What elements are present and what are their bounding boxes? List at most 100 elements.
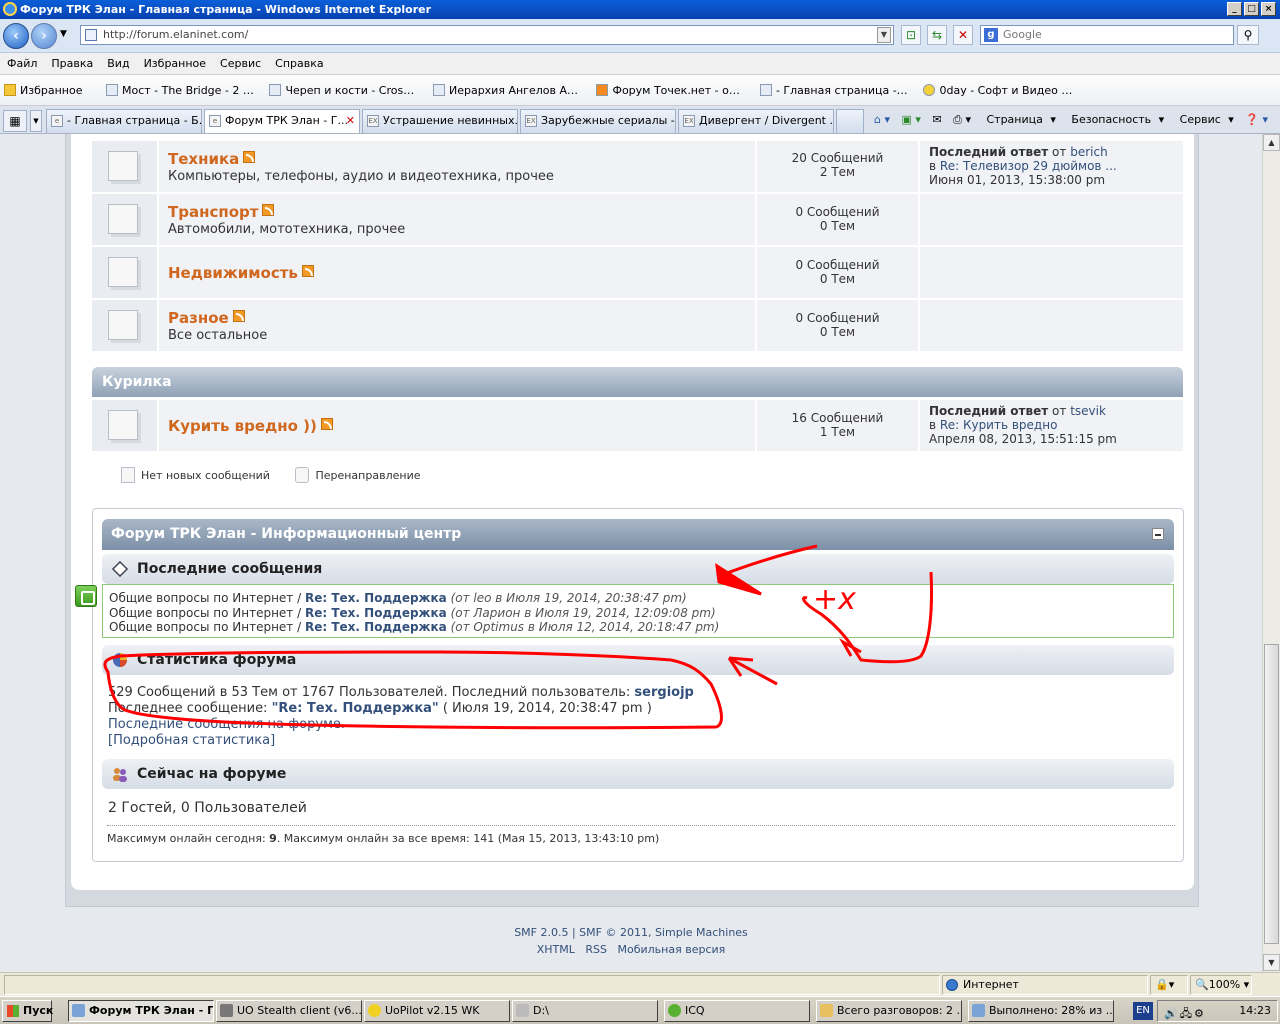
ex-icon: EX xyxy=(683,115,695,127)
favorite-link[interactable]: Мост - The Bridge - 2 сезон... xyxy=(102,75,262,105)
site-icon xyxy=(596,84,609,96)
compat-view-button[interactable]: ⊡ xyxy=(901,25,921,45)
home-icon[interactable]: ⌂ ▾ xyxy=(870,106,894,134)
rss-icon[interactable] xyxy=(320,418,333,430)
address-input[interactable]: http://forum.elaninet.com/ ▼ xyxy=(80,25,894,45)
board-info: Недвижимость xyxy=(159,247,755,298)
minimize-button[interactable]: _ xyxy=(1227,2,1242,16)
rss-icon[interactable] xyxy=(262,204,275,216)
detailed-stats-link[interactable]: [Подробная статистика] xyxy=(108,733,275,749)
history-dropdown-icon[interactable]: ▼ xyxy=(60,29,67,39)
tab-list-icon[interactable]: ▼ xyxy=(30,110,42,132)
protected-mode-icon[interactable]: 🔒▾ xyxy=(1150,975,1188,995)
tab-5[interactable]: EX Дивергент / Divergent ... xyxy=(678,109,834,133)
back-button[interactable]: ‹ xyxy=(3,23,29,49)
tray-icons[interactable]: 🔊🖧⚙ xyxy=(1164,1004,1206,1024)
board-link[interactable]: Разное xyxy=(168,309,245,327)
menu-file[interactable]: Файл xyxy=(0,53,44,75)
board-link[interactable]: Курить вредно )) xyxy=(168,417,333,435)
scroll-down-icon[interactable]: ▼ xyxy=(1263,954,1280,971)
page-menu[interactable]: Страница ▾ xyxy=(978,106,1059,134)
refresh-button[interactable]: ⇆ xyxy=(927,25,947,45)
clock[interactable]: 14:23 xyxy=(1239,1004,1271,1017)
rss-icon[interactable] xyxy=(232,310,245,322)
help-icon[interactable]: ❓ ▾ xyxy=(1241,106,1272,134)
rss-icon[interactable] xyxy=(301,265,314,277)
board-description: Все остальное xyxy=(168,328,268,343)
menu-edit[interactable]: Правка xyxy=(44,53,100,75)
menu-tools[interactable]: Сервис xyxy=(213,53,268,75)
board-stats: 0 Сообщений 0 Тем xyxy=(757,300,918,351)
board-status-icon xyxy=(92,194,157,245)
favorite-link[interactable]: 0day - Софт и Видео в UA-IX xyxy=(919,75,1079,105)
language-indicator[interactable]: EN xyxy=(1133,1002,1153,1020)
mobile-link[interactable]: Мобильная версия xyxy=(618,943,726,956)
search-input[interactable]: g Google xyxy=(980,25,1234,45)
favorite-link[interactable]: Форум Точек.нет - общен... xyxy=(592,75,752,105)
rss-link[interactable]: RSS xyxy=(585,943,607,956)
menu-favorites[interactable]: Избранное xyxy=(137,53,213,75)
category-header[interactable]: Курилка xyxy=(92,367,1183,397)
vertical-scrollbar[interactable]: ▲ ▼ xyxy=(1262,134,1280,972)
address-dropdown-icon[interactable]: ▼ xyxy=(877,27,891,43)
board-legend: Нет новых сообщений Перенаправление xyxy=(121,467,420,483)
close-button[interactable]: × xyxy=(1261,2,1276,16)
forward-button[interactable]: › xyxy=(31,23,57,49)
taskbar-item-stealth[interactable]: UO Stealth client (v6.... xyxy=(216,1000,362,1022)
tab-3[interactable]: EX Устрашение невинных... xyxy=(362,109,518,133)
board-last-post xyxy=(920,300,1183,351)
board-description: Компьютеры, телефоны, аудио и видеотехни… xyxy=(168,169,554,184)
tab-2[interactable]: e Форум ТРК Элан - Г... ✕ xyxy=(204,109,360,133)
topic-link[interactable]: Re: Курить вредно xyxy=(940,418,1058,432)
favorite-link[interactable]: - Главная страница - Бесп... xyxy=(756,75,916,105)
collapse-icon[interactable] xyxy=(1152,528,1164,540)
start-button[interactable]: Пуск xyxy=(2,1000,53,1022)
ie-icon xyxy=(72,1004,85,1017)
maximize-button[interactable]: □ xyxy=(1244,2,1259,16)
safety-menu[interactable]: Безопасность ▾ xyxy=(1063,106,1168,134)
board-link[interactable]: Недвижимость xyxy=(168,264,314,282)
scroll-up-icon[interactable]: ▲ xyxy=(1263,134,1280,151)
favorite-link[interactable]: Иерархия Ангелов Ангел... xyxy=(429,75,589,105)
xhtml-link[interactable]: XHTML xyxy=(537,943,575,956)
board-status-icon xyxy=(92,300,157,351)
ex-icon xyxy=(269,84,282,96)
menu-help[interactable]: Справка xyxy=(268,53,330,75)
page-icon xyxy=(85,29,97,41)
tab-4[interactable]: EX Зарубежные сериалы -... xyxy=(520,109,676,133)
smf-credit[interactable]: SMF 2.0.5 | SMF © 2011, Simple Machines xyxy=(0,924,1262,941)
ie-icon xyxy=(972,1004,985,1017)
stop-button[interactable]: ✕ xyxy=(953,25,973,45)
tab-1[interactable]: e- Главная страница - Б... xyxy=(46,109,202,133)
quick-tabs-icon[interactable]: ▦ xyxy=(3,110,27,132)
rss-icon[interactable] xyxy=(243,151,256,163)
zoom-control[interactable]: 🔍100% ▾ xyxy=(1190,975,1252,995)
max-online: Максимум онлайн сегодня: 9. Максимум онл… xyxy=(107,825,1175,845)
taskbar: Пуск Форум ТРК Элан - Г... UO Stealth cl… xyxy=(0,996,1280,1024)
menu-view[interactable]: Вид xyxy=(100,53,136,75)
user-link[interactable]: tsevik xyxy=(1070,404,1106,418)
board-description: Автомобили, мототехника, прочее xyxy=(168,222,406,237)
scrollbar-thumb[interactable] xyxy=(1264,644,1279,944)
taskbar-item-chats[interactable]: Всего разговоров: 2 ... xyxy=(816,1000,962,1022)
taskbar-item-download[interactable]: Выполнено: 28% из ... xyxy=(968,1000,1114,1022)
topic-link[interactable]: Re: Телевизор 29 дюймов ... xyxy=(940,159,1117,173)
taskbar-item-drive[interactable]: D:\ xyxy=(512,1000,658,1022)
status-bar: Интернет 🔒▾ 🔍100% ▾ xyxy=(0,972,1280,996)
close-tab-icon[interactable]: ✕ xyxy=(346,110,355,132)
feeds-icon[interactable]: ▣ ▾ xyxy=(898,106,925,134)
taskbar-item-forum[interactable]: Форум ТРК Элан - Г... xyxy=(68,1000,214,1022)
new-tab-button[interactable] xyxy=(836,109,864,133)
print-icon[interactable]: ⎙ ▾ xyxy=(949,106,975,134)
taskbar-item-icq[interactable]: ICQ xyxy=(664,1000,810,1022)
user-link[interactable]: berich xyxy=(1070,145,1107,159)
board-link[interactable]: Техника xyxy=(168,150,256,168)
taskbar-item-uopilot[interactable]: UoPilot v2.15 WK xyxy=(364,1000,510,1022)
favorites-button[interactable]: Избранное xyxy=(0,75,88,105)
tools-menu[interactable]: Сервис ▾ xyxy=(1172,106,1238,134)
mail-icon[interactable]: ✉ xyxy=(928,106,945,134)
favorite-link[interactable]: Череп и кости - Crossbone... xyxy=(265,75,425,105)
board-link[interactable]: Транспорт xyxy=(168,203,275,221)
search-icon[interactable]: ⚲ xyxy=(1237,25,1259,45)
drive-icon xyxy=(516,1004,529,1017)
